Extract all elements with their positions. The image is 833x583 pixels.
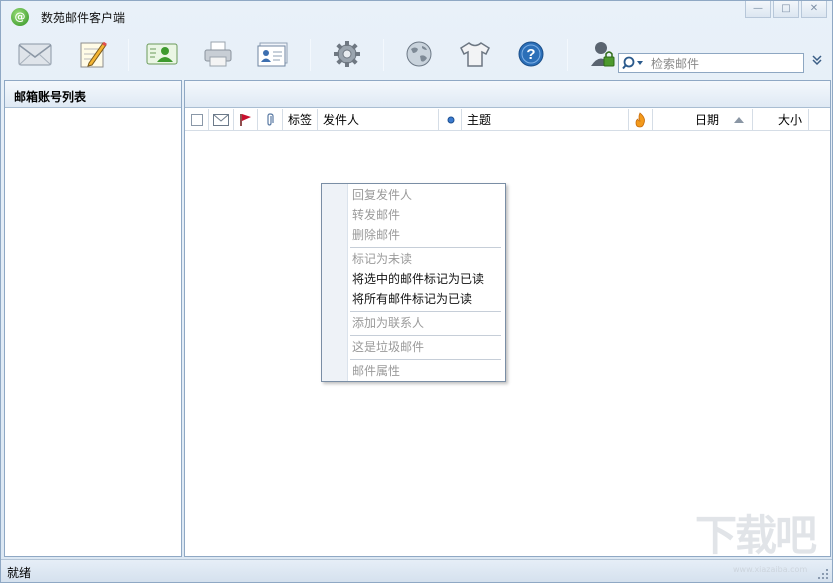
flag-icon <box>240 114 251 126</box>
watermark-logo: 下载吧 <box>695 511 817 560</box>
printer-icon <box>204 41 232 67</box>
column-size[interactable]: 大小 <box>753 109 809 131</box>
address-book-button[interactable] <box>253 35 293 73</box>
settings-button[interactable] <box>327 35 367 73</box>
attachment-column[interactable] <box>258 109 283 131</box>
chevron-down-icon[interactable] <box>809 54 825 70</box>
checkbox-icon[interactable] <box>191 114 203 126</box>
menu-item-mark-selected-read[interactable]: 将选中的邮件标记为已读 <box>352 269 484 289</box>
search-icon <box>622 56 643 70</box>
window-title: 数苑邮件客户端 <box>41 11 126 25</box>
toolbar-separator <box>128 39 129 71</box>
mail-list-column-header: 标签 发件人 主题 日期 大小 <box>185 109 830 131</box>
column-subject[interactable]: 主题 <box>462 109 629 131</box>
watermark-url: www.xiazaiba.com <box>733 565 808 574</box>
account-list-pane[interactable]: 邮箱账号列表 <box>4 80 182 557</box>
column-date[interactable]: 日期 <box>653 109 753 131</box>
gear-icon <box>334 41 360 67</box>
column-tag[interactable]: 标签 <box>283 109 318 131</box>
importance-column[interactable] <box>629 109 653 131</box>
app-logo-icon: @ <box>11 8 29 26</box>
dot-icon <box>447 116 455 124</box>
app-window: @ 数苑邮件客户端 — □ ✕ ? 检索邮件 邮箱账号列表 标签 发件人 主题 … <box>0 0 833 583</box>
envelope-icon <box>18 43 52 66</box>
svg-text:?: ? <box>526 46 535 63</box>
globe-icon <box>406 41 432 67</box>
menu-separator <box>350 247 501 248</box>
pencil-note-icon <box>80 41 107 68</box>
search-box[interactable]: 检索邮件 <box>618 53 804 73</box>
contacts-button[interactable] <box>142 35 182 73</box>
account-button[interactable] <box>583 35 623 73</box>
contact-card-icon <box>146 43 178 65</box>
maximize-button[interactable]: □ <box>773 1 799 18</box>
web-button[interactable] <box>399 35 439 73</box>
toolbar-separator <box>567 39 568 71</box>
search-scope-dropdown[interactable] <box>619 54 647 72</box>
menu-item-properties[interactable]: 邮件属性 <box>352 361 400 381</box>
menu-item-mark-spam[interactable]: 这是垃圾邮件 <box>352 337 424 357</box>
help-icon: ? <box>518 41 544 67</box>
menu-item-forward[interactable]: 转发邮件 <box>352 205 400 225</box>
envelope-small-icon <box>213 114 229 126</box>
select-all-column[interactable] <box>185 109 209 131</box>
menu-separator <box>350 335 501 336</box>
paperclip-icon <box>267 113 274 126</box>
skin-button[interactable] <box>455 35 495 73</box>
search-input[interactable]: 检索邮件 <box>647 55 699 72</box>
minimize-button[interactable]: — <box>745 1 771 18</box>
column-date-label: 日期 <box>694 113 719 127</box>
user-lock-icon <box>591 42 615 67</box>
toolbar-separator <box>383 39 384 71</box>
mail-list-pane[interactable]: 标签 发件人 主题 日期 大小 <box>184 80 831 557</box>
sort-ascending-icon <box>734 117 744 123</box>
receive-mail-button[interactable] <box>15 35 55 73</box>
context-menu-gutter <box>322 184 348 381</box>
menu-item-delete[interactable]: 删除邮件 <box>352 225 400 245</box>
mail-list-toolbar <box>185 81 830 108</box>
flag-column[interactable] <box>234 109 258 131</box>
menu-separator <box>350 359 501 360</box>
context-menu: 回复发件人 转发邮件 删除邮件 标记为未读 将选中的邮件标记为已读 将所有邮件标… <box>321 183 506 382</box>
help-button[interactable]: ? <box>511 35 551 73</box>
tshirt-icon <box>460 42 490 67</box>
print-button[interactable] <box>198 35 238 73</box>
column-sender[interactable]: 发件人 <box>318 109 439 131</box>
compose-button[interactable] <box>73 35 113 73</box>
title-bar[interactable]: @ 数苑邮件客户端 — □ ✕ <box>1 1 832 31</box>
menu-item-mark-unread[interactable]: 标记为未读 <box>352 249 412 269</box>
window-controls: — □ ✕ <box>743 1 827 18</box>
watermark: 下载吧 www.xiazaiba.com <box>695 511 825 575</box>
menu-separator <box>350 311 501 312</box>
menu-item-mark-all-read[interactable]: 将所有邮件标记为已读 <box>352 289 472 309</box>
toolbar-separator <box>310 39 311 71</box>
account-list-header: 邮箱账号列表 <box>5 81 181 108</box>
menu-item-reply-sender[interactable]: 回复发件人 <box>352 185 412 205</box>
fire-icon <box>635 112 645 128</box>
close-button[interactable]: ✕ <box>801 1 827 18</box>
status-text: 就绪 <box>7 566 32 580</box>
priority-column[interactable] <box>439 109 462 131</box>
toolbar: ? 检索邮件 <box>1 31 832 77</box>
read-status-column[interactable] <box>209 109 234 131</box>
menu-item-add-contact[interactable]: 添加为联系人 <box>352 313 424 333</box>
address-book-icon <box>257 42 288 67</box>
